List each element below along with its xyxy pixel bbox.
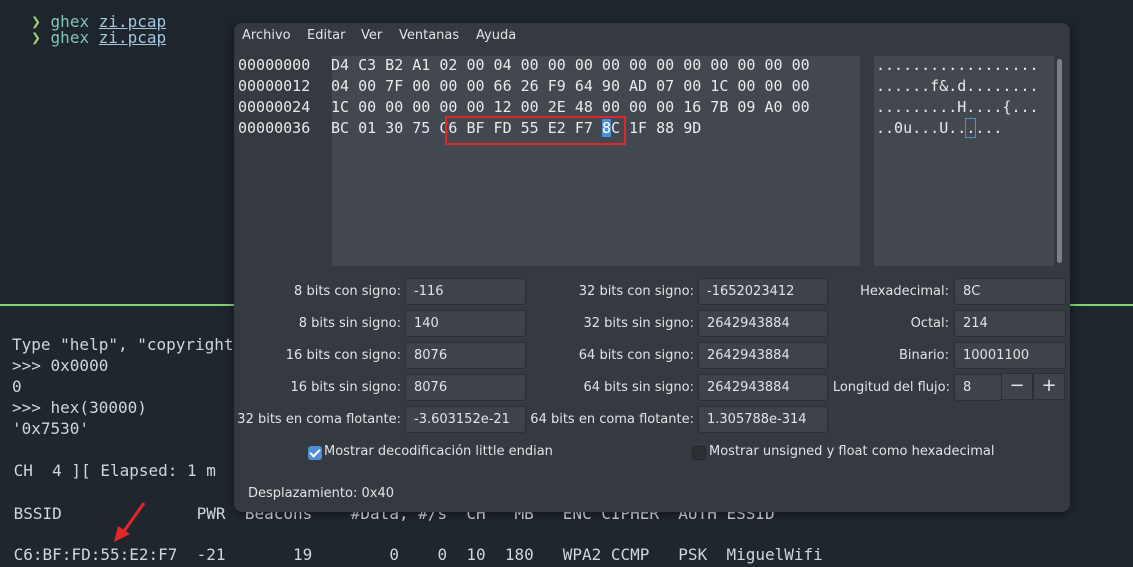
offset-label: 00000024 — [238, 98, 311, 116]
menu-archivo[interactable]: Archivo — [242, 28, 291, 43]
offset-label: 00000000 — [238, 56, 311, 74]
field-u64[interactable]: 2642943884 — [698, 374, 828, 401]
field-hex[interactable]: 8C — [954, 278, 1066, 305]
python-line: >>> 0x0000 — [12, 356, 109, 375]
field-f32[interactable]: -3.603152e-21 — [405, 406, 526, 433]
annotation-arrow-icon — [114, 502, 146, 542]
airodump-row: C6:BF:FD:55:E2:F7 -21 19 0 0 10 180 WPA2… — [4, 545, 823, 564]
field-s8[interactable]: -116 — [405, 278, 526, 305]
label-u64: 64 bits sin signo: — [583, 380, 694, 395]
stream-plus-button[interactable]: + — [1033, 373, 1065, 400]
field-u8[interactable]: 140 — [405, 310, 526, 337]
unsigned-hex-label: Mostrar unsigned y float como hexadecima… — [709, 444, 995, 459]
python-line: >>> hex(30000) — [12, 398, 147, 417]
label-stream: Longitud del flujo: — [832, 380, 950, 395]
label-hex: Hexadecimal: — [860, 284, 949, 299]
stream-length-input[interactable]: 8 — [954, 374, 1002, 401]
field-bin[interactable]: 10001100 — [954, 342, 1066, 369]
menubar: Archivo Editar Ver Ventanas Ayuda — [234, 23, 1070, 49]
python-line: 0 — [12, 377, 22, 396]
ascii-cursor[interactable]: . — [965, 118, 977, 138]
hex-row[interactable]: D4 C3 B2 A1 02 00 04 00 00 00 00 00 00 0… — [331, 55, 810, 76]
ascii-after-cursor: ... — [975, 119, 1003, 137]
hex-row[interactable]: 04 00 7F 00 00 00 66 26 F9 64 90 AD 07 0… — [331, 76, 810, 97]
label-s64: 64 bits con signo: — [578, 348, 694, 363]
field-u16[interactable]: 8076 — [405, 374, 526, 401]
label-bin: Binario: — [898, 348, 949, 363]
label-u16: 16 bits sin signo: — [290, 380, 401, 395]
python-line: '0x7530' — [12, 419, 90, 438]
label-s8: 8 bits con signo: — [294, 284, 401, 299]
menu-editar[interactable]: Editar — [307, 28, 346, 43]
label-f64: 64 bits en coma flotante: — [530, 412, 694, 427]
label-u32: 32 bits sin signo: — [583, 316, 694, 331]
field-u32[interactable]: 2642943884 — [698, 310, 828, 337]
ascii-row[interactable]: .................. — [876, 55, 1039, 76]
field-s64[interactable]: 2642943884 — [698, 342, 828, 369]
terminal-prompt-line: ❯ ghex zi.pcap — [12, 8, 166, 48]
field-s16[interactable]: 8076 — [405, 342, 526, 369]
field-f64[interactable]: 1.305788e-314 — [698, 406, 828, 433]
hex-row[interactable]: 1C 00 00 00 00 00 12 00 2E 48 00 00 00 1… — [331, 97, 810, 118]
label-f32: 32 bits en coma flotante: — [237, 412, 401, 427]
label-s32: 32 bits con signo: — [578, 284, 694, 299]
stream-minus-button[interactable]: − — [1001, 373, 1033, 400]
ascii-row[interactable]: ......f&.d........ — [876, 76, 1039, 97]
annotation-highlight-box — [445, 116, 626, 145]
label-u8: 8 bits sin signo: — [298, 316, 401, 331]
little-endian-checkbox[interactable] — [308, 446, 322, 460]
prompt-command: ghex — [50, 28, 90, 47]
little-endian-label: Mostrar decodificación little endian — [324, 444, 553, 459]
offset-label: 00000036 — [238, 119, 311, 137]
menu-ventanas[interactable]: Ventanas — [399, 28, 459, 43]
scrollbar[interactable] — [1057, 59, 1062, 263]
python-line: Type "help", "copyright" — [12, 335, 244, 354]
ascii-row[interactable]: .........H....{... — [876, 97, 1039, 118]
offset-label: 00000012 — [238, 77, 311, 95]
field-oct[interactable]: 214 — [954, 310, 1066, 337]
ghex-window: Archivo Editar Ver Ventanas Ayuda 000000… — [234, 23, 1070, 512]
prompt-arrow-icon: ❯ — [31, 28, 41, 47]
airodump-status: CH 4 ][ Elapsed: 1 m — [4, 461, 216, 480]
ascii-before-cursor: ..0u...U.. — [876, 119, 967, 137]
menu-ver[interactable]: Ver — [361, 28, 382, 43]
field-s32[interactable]: -1652023412 — [698, 278, 828, 305]
menu-ayuda[interactable]: Ayuda — [476, 28, 516, 43]
prompt-file: zi.pcap — [98, 28, 167, 47]
status-offset: Desplazamiento: 0x40 — [248, 486, 394, 501]
ascii-row[interactable]: ..0u...U...... — [876, 118, 1002, 139]
label-oct: Octal: — [910, 316, 949, 331]
unsigned-hex-checkbox[interactable] — [692, 446, 706, 460]
label-s16: 16 bits con signo: — [285, 348, 401, 363]
